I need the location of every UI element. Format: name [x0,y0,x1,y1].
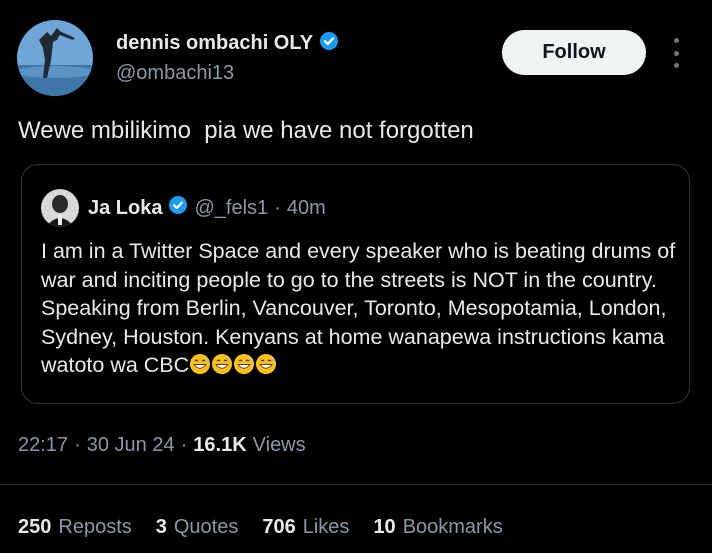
separator-dot: · [74,434,81,456]
grinning-sweat-face-icon [189,353,211,383]
likes-stat[interactable]: 706 Likes [262,516,349,539]
quotes-label: Quotes [173,516,239,538]
reposts-count: 250 [18,516,52,538]
author-name[interactable]: dennis ombachi OLY [116,32,313,55]
more-options-icon[interactable] [669,38,683,68]
likes-count: 706 [262,516,296,538]
quoted-tweet[interactable]: Ja Loka @_fels1 · 40m I am in a Twitter … [21,164,690,404]
reposts-stat[interactable]: 250 Reposts [18,516,132,539]
bookmarks-label: Bookmarks [402,516,503,538]
grinning-sweat-face-icon [255,353,277,383]
likes-label: Likes [302,516,350,538]
quoted-text-body: I am in a Twitter Space and every speake… [41,239,676,377]
tweet-text: Wewe mbilikimo pia we have not forgotten [18,117,474,144]
views-count: 16.1K [193,434,247,456]
bookmarks-count: 10 [373,516,396,538]
reposts-label: Reposts [58,516,132,538]
bookmarks-stat[interactable]: 10 Bookmarks [373,516,502,539]
quoted-author-name[interactable]: Ja Loka [88,197,162,220]
engagement-stats: 250 Reposts 3 Quotes 706 Likes 10 Bookma… [18,516,503,539]
divider [0,484,712,485]
author-handle[interactable]: @ombachi13 [116,62,234,85]
emoji-group [189,353,277,377]
verified-badge-icon [319,31,339,56]
views-label: Views [252,434,306,456]
author-avatar[interactable] [17,20,93,96]
tweet-date[interactable]: 30 Jun 24 [87,434,175,457]
quotes-count: 3 [155,516,167,538]
quoted-timestamp[interactable]: 40m [287,197,326,220]
follow-button[interactable]: Follow [502,30,646,75]
quoted-author-handle[interactable]: @_fels1 [194,197,268,220]
separator-dot: · [180,434,188,456]
grinning-sweat-face-icon [211,353,233,383]
quotes-stat[interactable]: 3 Quotes [156,516,239,539]
grinning-sweat-face-icon [233,353,255,383]
quoted-header: Ja Loka @_fels1 · 40m [88,195,326,221]
quoted-author-avatar[interactable] [41,189,79,227]
verified-badge-icon [168,195,188,221]
author-name-row[interactable]: dennis ombachi OLY [116,31,339,56]
quoted-text: I am in a Twitter Space and every speake… [41,237,677,383]
tweet-meta: 22:17 · 30 Jun 24 · 16.1K Views [18,434,306,457]
tweet-time[interactable]: 22:17 [18,434,68,457]
separator-dot: · [274,196,281,219]
